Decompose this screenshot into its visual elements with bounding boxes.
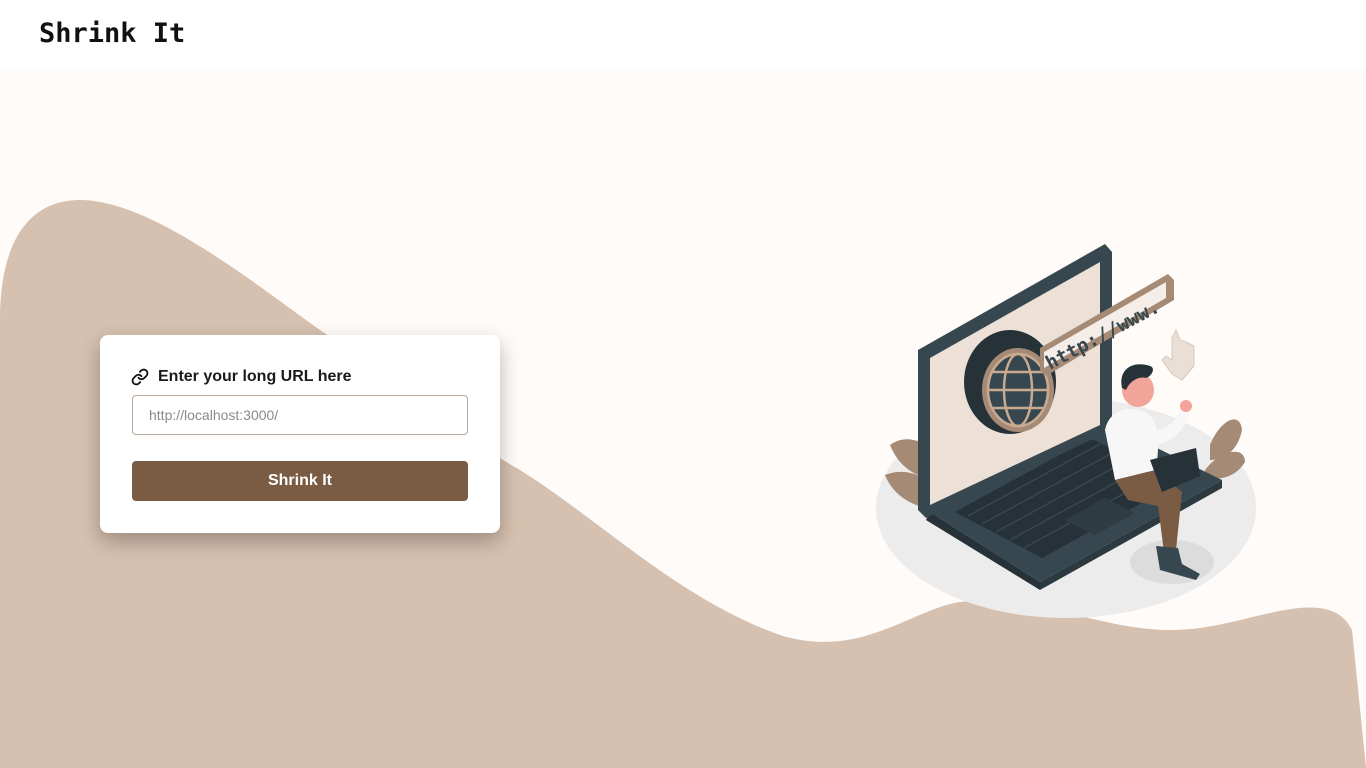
- url-input[interactable]: [132, 395, 468, 435]
- url-label-text: Enter your long URL here: [158, 368, 352, 385]
- header: Shrink It: [0, 0, 1366, 70]
- shorten-form-card: Enter your long URL here Shrink It: [100, 335, 500, 533]
- url-field-label: Enter your long URL here: [131, 368, 352, 386]
- shrink-button[interactable]: Shrink It: [132, 461, 468, 501]
- logo[interactable]: Shrink It: [39, 18, 185, 49]
- link-icon: [131, 368, 149, 386]
- laptop-illustration: http://www.: [876, 244, 1256, 618]
